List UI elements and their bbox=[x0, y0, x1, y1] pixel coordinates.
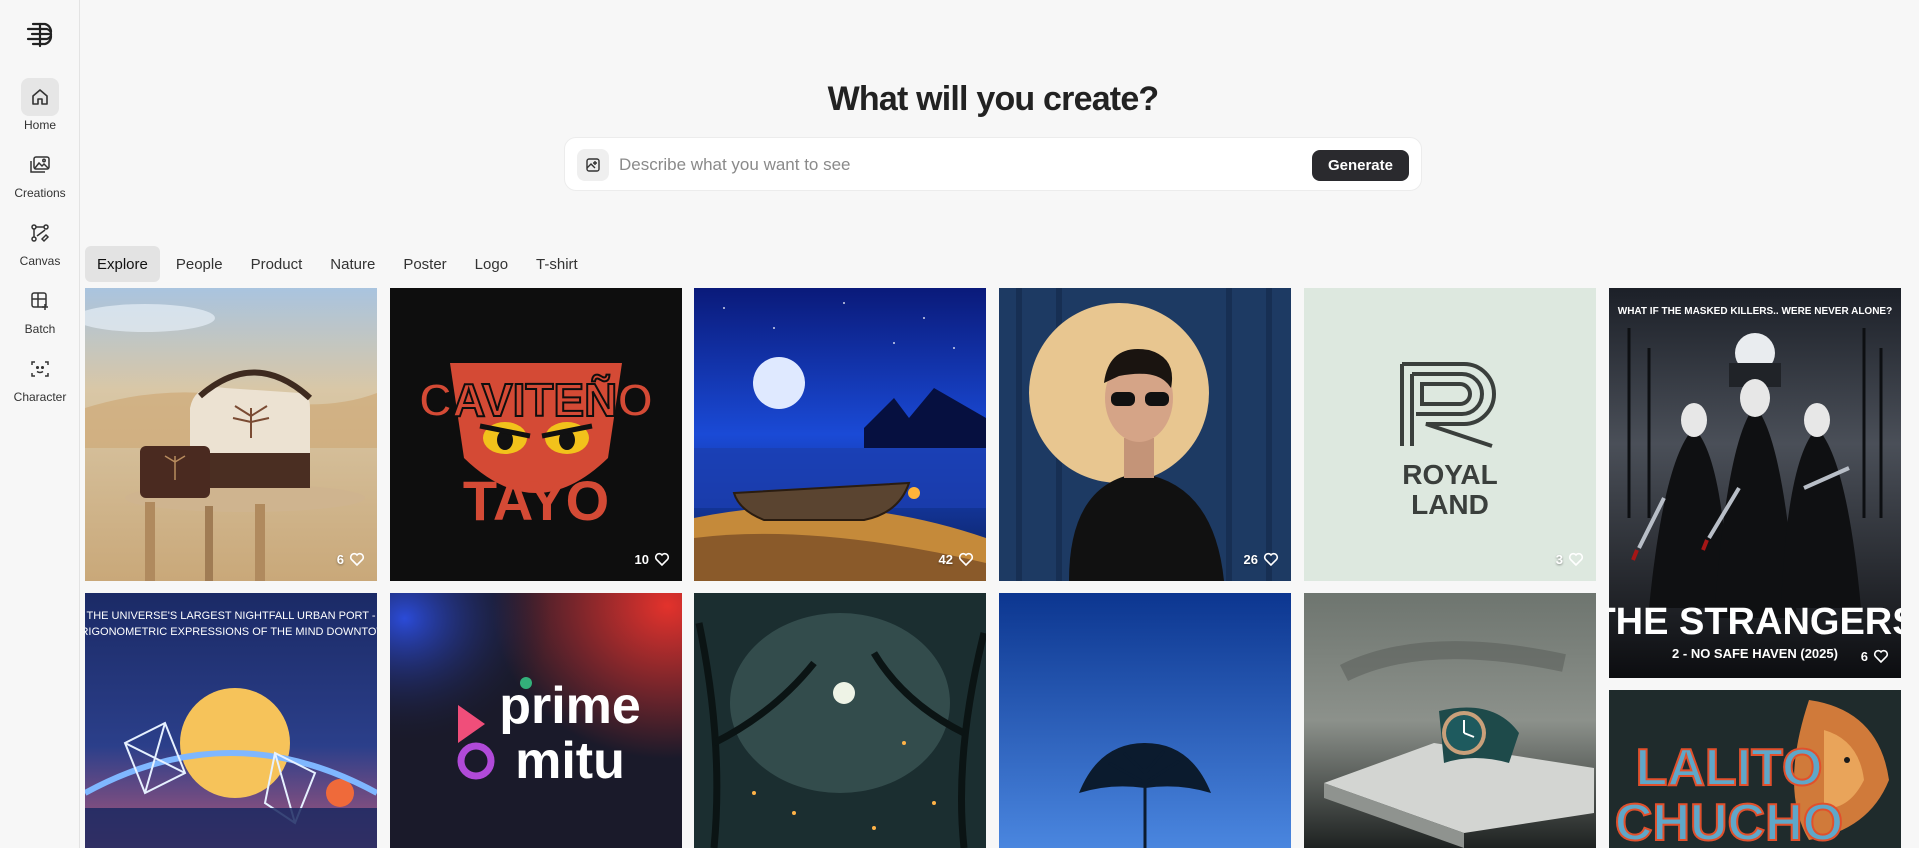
sidebar-item-creations[interactable]: Creations bbox=[0, 146, 80, 206]
app-logo-icon[interactable] bbox=[23, 18, 57, 52]
prime-text: prime bbox=[499, 677, 641, 735]
image-add-icon bbox=[586, 158, 600, 172]
urban-port-subheadline: - TRIGONOMETRIC EXPRESSIONS OF THE MIND … bbox=[85, 626, 377, 638]
royal-text: ROYAL bbox=[1402, 459, 1497, 490]
sidebar-item-home[interactable]: Home bbox=[0, 78, 80, 138]
like-count-value: 42 bbox=[938, 551, 953, 567]
category-tabs: Explore People Product Nature Poster Log… bbox=[85, 246, 590, 282]
cavitenyo-text: CAVITEÑO bbox=[419, 374, 653, 426]
sidebar-item-label: Home bbox=[23, 118, 56, 132]
wristwatch-image bbox=[1304, 593, 1596, 848]
tab-explore[interactable]: Explore bbox=[85, 246, 160, 282]
image-upload-button[interactable] bbox=[577, 149, 609, 181]
like-count[interactable]: 6 bbox=[1861, 648, 1889, 664]
portrait-image bbox=[999, 288, 1291, 581]
land-text: LAND bbox=[1411, 489, 1489, 520]
gallery-image-urban-port-poster[interactable]: THE UNIVERSE'S LARGEST NIGHTFALL URBAN P… bbox=[85, 593, 377, 848]
gallery-image-moonlit-forest[interactable] bbox=[694, 593, 986, 848]
heart-icon bbox=[1568, 552, 1584, 567]
heart-icon bbox=[654, 552, 670, 567]
sidebar-item-label: Creations bbox=[14, 186, 66, 200]
like-count-value: 6 bbox=[336, 551, 344, 567]
character-icon bbox=[21, 350, 59, 388]
tab-logo[interactable]: Logo bbox=[463, 246, 520, 282]
lalito-chucho-poster-image: LALITO CHUCHO bbox=[1609, 690, 1901, 848]
sidebar-item-label: Character bbox=[13, 390, 67, 404]
urban-port-headline: THE UNIVERSE'S LARGEST NIGHTFALL URBAN P… bbox=[87, 610, 376, 622]
moonlit-forest-image bbox=[694, 593, 986, 848]
handbag-image bbox=[85, 288, 377, 581]
urban-port-poster-image: THE UNIVERSE'S LARGEST NIGHTFALL URBAN P… bbox=[85, 593, 377, 848]
prime-mitu-logo-image: prime mitu bbox=[390, 593, 682, 848]
batch-icon bbox=[21, 282, 59, 320]
gallery-image-royal-land-logo[interactable]: ROYAL LAND 3 bbox=[1304, 288, 1596, 581]
strangers-title: THE STRANGERS bbox=[1609, 601, 1901, 643]
like-count[interactable]: 10 bbox=[635, 551, 670, 567]
tayo-text: TAYO bbox=[463, 469, 609, 532]
gallery-image-wristwatch[interactable] bbox=[1304, 593, 1596, 848]
strangers-poster-image: WHAT IF THE MASKED KILLERS.. WERE NEVER … bbox=[1609, 288, 1901, 678]
images-icon bbox=[21, 146, 59, 184]
gallery-image-prime-mitu-logo[interactable]: prime mitu bbox=[390, 593, 682, 848]
lone-tree-image bbox=[999, 593, 1291, 848]
page-title: What will you create? bbox=[827, 80, 1160, 118]
like-count-value: 26 bbox=[1243, 551, 1258, 567]
sidebar-item-label: Canvas bbox=[19, 254, 61, 268]
prompt-bar: Generate bbox=[564, 137, 1422, 191]
like-count[interactable]: 26 bbox=[1244, 551, 1279, 567]
sidebar-item-batch[interactable]: Batch bbox=[0, 282, 80, 342]
gallery-image-portrait[interactable]: 26 bbox=[999, 288, 1291, 581]
gallery-image-cavitenyo-logo[interactable]: CAVITEÑO TAYO 10 bbox=[390, 288, 682, 581]
heart-icon bbox=[958, 552, 974, 567]
lalito-text: LALITO bbox=[1636, 739, 1823, 797]
like-count-value: 10 bbox=[634, 551, 649, 567]
canvas-icon bbox=[21, 214, 59, 252]
sidebar-item-label: Batch bbox=[24, 322, 56, 336]
gallery-image-strangers-poster[interactable]: WHAT IF THE MASKED KILLERS.. WERE NEVER … bbox=[1609, 288, 1901, 678]
strangers-tagline: WHAT IF THE MASKED KILLERS.. WERE NEVER … bbox=[1618, 306, 1892, 317]
like-count-value: 6 bbox=[1860, 648, 1868, 664]
sidebar-item-canvas[interactable]: Canvas bbox=[0, 214, 80, 274]
cavitenyo-logo-image: CAVITEÑO TAYO bbox=[390, 288, 682, 581]
moonlit-boat-image bbox=[694, 288, 986, 581]
like-count[interactable]: 6 bbox=[337, 551, 365, 567]
heart-icon bbox=[1263, 552, 1279, 567]
heart-icon bbox=[1873, 649, 1889, 664]
gallery-image-lone-tree[interactable] bbox=[999, 593, 1291, 848]
chucho-text: CHUCHO bbox=[1615, 794, 1843, 848]
generate-button[interactable]: Generate bbox=[1311, 150, 1409, 181]
gallery-image-handbag[interactable]: 6 bbox=[85, 288, 377, 581]
heart-icon bbox=[349, 552, 365, 567]
strangers-subtitle: 2 - NO SAFE HAVEN (2025) bbox=[1672, 646, 1838, 661]
home-icon bbox=[21, 78, 59, 116]
gallery-image-lalito-chucho-poster[interactable]: LALITO CHUCHO bbox=[1609, 690, 1901, 848]
tab-people[interactable]: People bbox=[164, 246, 235, 282]
like-count[interactable]: 42 bbox=[939, 551, 974, 567]
royal-land-logo-image: ROYAL LAND bbox=[1304, 288, 1596, 581]
prompt-input[interactable] bbox=[619, 150, 1299, 180]
like-count-value: 3 bbox=[1555, 551, 1563, 567]
tab-product[interactable]: Product bbox=[239, 246, 315, 282]
tab-nature[interactable]: Nature bbox=[318, 246, 387, 282]
mitu-text: mitu bbox=[515, 732, 625, 790]
sidebar-item-character[interactable]: Character bbox=[0, 350, 80, 410]
sidebar: Home Creations Canvas Batch Character bbox=[0, 0, 80, 848]
tab-tshirt[interactable]: T-shirt bbox=[524, 246, 590, 282]
gallery-image-moonlit-boat[interactable]: 42 bbox=[694, 288, 986, 581]
tab-poster[interactable]: Poster bbox=[391, 246, 458, 282]
like-count[interactable]: 3 bbox=[1556, 551, 1584, 567]
